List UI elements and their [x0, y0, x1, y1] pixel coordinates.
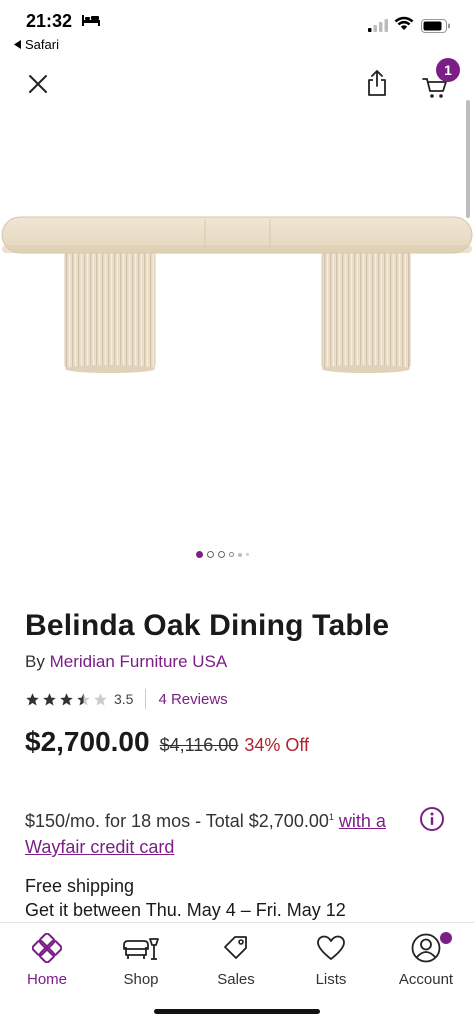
- star-full-icon: [60, 692, 73, 705]
- cart-count-badge: 1: [436, 58, 460, 82]
- rating-divider: [145, 689, 147, 709]
- carousel-dot[interactable]: [229, 552, 234, 557]
- back-to-safari[interactable]: Safari: [14, 37, 59, 52]
- nav-shop-label: Shop: [123, 971, 159, 988]
- financing-footnote: 1: [328, 812, 334, 822]
- by-label: By: [25, 652, 45, 671]
- close-button[interactable]: [24, 72, 52, 100]
- star-full-icon: [43, 692, 56, 705]
- star-half-icon: [77, 692, 90, 705]
- price-row: $2,700.00 $4,116.00 34% Off: [25, 726, 309, 758]
- product-top-bar: [0, 62, 474, 106]
- nav-sales-label: Sales: [217, 971, 255, 988]
- nav-sales[interactable]: Sales: [191, 931, 281, 988]
- image-carousel-dots[interactable]: [196, 551, 249, 558]
- account-icon: [410, 931, 442, 965]
- product-byline: By Meridian Furniture USA: [25, 652, 227, 672]
- brand-link[interactable]: Meridian Furniture USA: [50, 652, 228, 671]
- wifi-icon: [394, 16, 414, 37]
- battery-icon: [421, 19, 451, 38]
- nav-lists-label: Lists: [315, 971, 347, 988]
- shop-icon: [122, 931, 160, 965]
- sales-tag-icon: [221, 931, 251, 965]
- carousel-dot-active[interactable]: [196, 551, 203, 558]
- delivery-estimate: Get it between Thu. May 4 – Fri. May 12: [25, 900, 346, 920]
- rating-row[interactable]: 3.5 4 Reviews: [25, 688, 228, 710]
- carousel-dot[interactable]: [207, 551, 214, 558]
- account-notification-dot: [440, 932, 452, 944]
- free-shipping-label: Free shipping: [25, 876, 135, 896]
- info-icon[interactable]: [419, 806, 445, 832]
- status-bar: 21:32 Safari: [0, 0, 474, 56]
- sale-price: $2,700.00: [25, 726, 150, 757]
- nav-home-label: Home: [26, 971, 67, 988]
- heart-icon: [316, 931, 346, 965]
- nav-shop[interactable]: Shop: [96, 931, 186, 988]
- nav-account[interactable]: Account: [381, 931, 471, 988]
- back-arrow-icon: [14, 37, 21, 52]
- product-title: Belinda Oak Dining Table: [25, 609, 390, 642]
- nav-account-label: Account: [398, 971, 454, 988]
- back-app-label: Safari: [25, 37, 59, 52]
- star-empty-icon: [94, 692, 107, 705]
- carousel-dot[interactable]: [246, 553, 249, 556]
- rating-value: 3.5: [114, 691, 134, 707]
- home-icon: [32, 931, 62, 965]
- share-icon: [366, 69, 388, 102]
- nav-lists[interactable]: Lists: [286, 931, 376, 988]
- home-indicator: [154, 1009, 320, 1014]
- carousel-dot[interactable]: [238, 552, 242, 557]
- financing-text: $150/mo. for 18 mos - Total $2,700.00: [25, 811, 329, 831]
- bed-icon: [82, 13, 100, 31]
- scrollbar[interactable]: [466, 100, 470, 218]
- financing-offer: $150/mo. for 18 mos - Total $2,700.001 w…: [25, 804, 420, 860]
- product-image[interactable]: [0, 205, 474, 385]
- discount-percent: 34% Off: [244, 735, 310, 755]
- star-rating: [25, 692, 108, 707]
- reviews-link[interactable]: 4 Reviews: [158, 691, 227, 708]
- close-icon: [28, 74, 48, 99]
- share-button[interactable]: [362, 68, 392, 102]
- status-time: 21:32: [26, 11, 73, 31]
- shipping-info: Free shipping Get it between Thu. May 4 …: [25, 874, 346, 922]
- original-price: $4,116.00: [159, 735, 239, 755]
- carousel-dot[interactable]: [218, 551, 225, 558]
- nav-home[interactable]: Home: [2, 931, 92, 988]
- signal-icon: [368, 19, 388, 37]
- star-full-icon: [26, 692, 39, 705]
